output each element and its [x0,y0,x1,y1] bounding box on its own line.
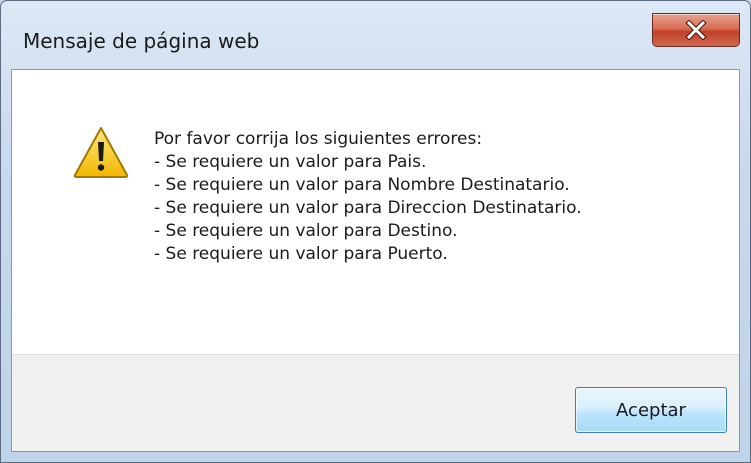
close-button[interactable] [652,13,740,47]
button-bar: Aceptar [12,354,739,451]
message-line: - Se requiere un valor para Nombre Desti… [154,175,570,195]
message-line: - Se requiere un valor para Destino. [154,221,458,241]
dialog-title: Mensaje de página web [23,29,260,53]
title-bar[interactable]: Mensaje de página web [1,1,750,71]
message-line: Por favor corrija los siguientes errores… [154,129,483,149]
error-message: Por favor corrija los siguientes errores… [154,128,582,266]
message-line: - Se requiere un valor para Direccion De… [154,198,582,218]
message-dialog: Mensaje de página web Por favor corrija … [0,0,751,463]
close-icon [685,20,707,40]
message-line: - Se requiere un valor para Pais. [154,152,427,172]
message-area: Por favor corrija los siguientes errores… [12,70,739,356]
message-line: - Se requiere un valor para Puerto. [154,244,448,264]
warning-icon [73,127,129,178]
ok-button[interactable]: Aceptar [575,387,727,433]
dialog-body: Por favor corrija los siguientes errores… [11,69,740,452]
